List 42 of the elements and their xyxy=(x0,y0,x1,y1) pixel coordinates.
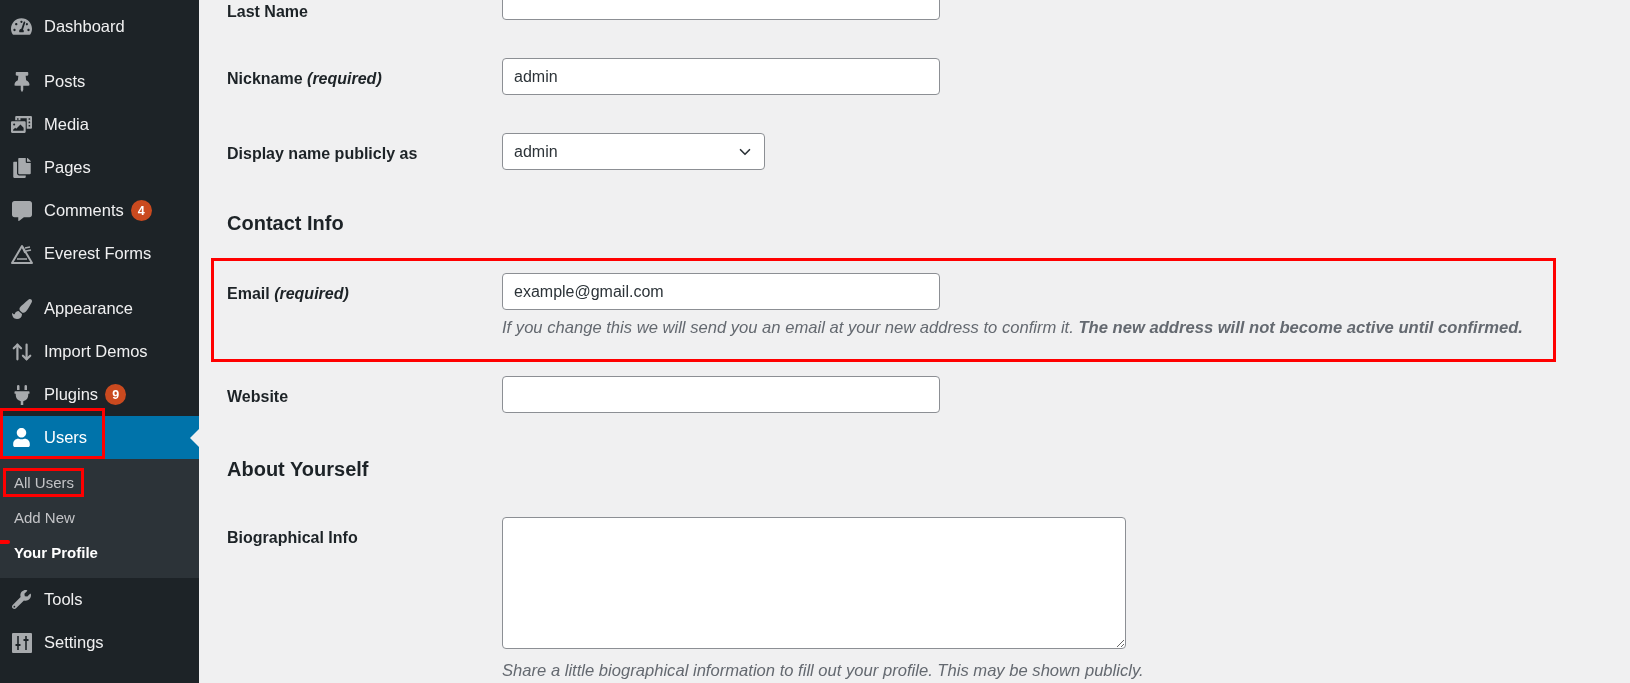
field-label: Biographical Info xyxy=(227,528,358,548)
submenu-item[interactable]: Add New xyxy=(0,500,199,535)
wrench-icon xyxy=(12,590,31,609)
section-heading: Contact Info xyxy=(227,211,344,236)
menu-item[interactable]: Comments 4 xyxy=(0,189,199,232)
section-heading: About Yourself xyxy=(227,457,369,482)
documents-icon xyxy=(11,157,32,178)
current-arrow-icon xyxy=(190,428,199,447)
count-badge: 4 xyxy=(130,200,152,221)
mountain-icon xyxy=(10,243,33,264)
textarea-field[interactable] xyxy=(502,517,1126,649)
paintbrush-icon xyxy=(11,298,32,319)
dropdown-field[interactable]: admin xyxy=(502,133,765,170)
input-field[interactable]: example@gmail.com xyxy=(502,273,940,310)
menu-item[interactable]: Users xyxy=(0,416,199,459)
menu-item[interactable]: Everest Forms xyxy=(0,232,199,275)
field-label: Email (required) xyxy=(227,284,349,304)
menu-item[interactable]: Dashboard xyxy=(0,5,199,48)
menu-item[interactable]: Posts xyxy=(0,60,199,103)
submenu-item[interactable]: Your Profile xyxy=(0,535,199,570)
menu-item[interactable]: Pages xyxy=(0,146,199,189)
menu-item[interactable]: Plugins 9 xyxy=(0,373,199,416)
field-label: Nickname (required) xyxy=(227,69,382,89)
field-label: Display name publicly as xyxy=(227,144,418,164)
field-label: Last Name xyxy=(227,2,308,22)
input-field[interactable]: admin xyxy=(502,58,940,95)
input-field[interactable] xyxy=(502,376,940,413)
field-description: If you change this we will send you an email at your new address to confirm it. The new address will not become active until confirmed. xyxy=(502,318,1523,338)
sliders-icon xyxy=(11,632,32,653)
menu-item[interactable]: Tools xyxy=(0,578,199,621)
menu-item[interactable]: Appearance xyxy=(0,287,199,330)
gauge-icon xyxy=(11,16,32,37)
field-label: Website xyxy=(227,387,289,407)
submenu-item[interactable]: All Users xyxy=(0,465,199,500)
photo-video-icon xyxy=(11,114,32,135)
menu-item[interactable]: Settings xyxy=(0,621,199,664)
count-badge: 9 xyxy=(105,384,127,405)
menu-item[interactable]: Media xyxy=(0,103,199,146)
menu-item[interactable]: Import Demos xyxy=(0,330,199,373)
user-icon xyxy=(12,428,31,447)
field-description: Share a little biographical information to fill out your profile. This may be shown publicly. xyxy=(502,661,1144,681)
speech-bubble-icon xyxy=(11,200,32,221)
